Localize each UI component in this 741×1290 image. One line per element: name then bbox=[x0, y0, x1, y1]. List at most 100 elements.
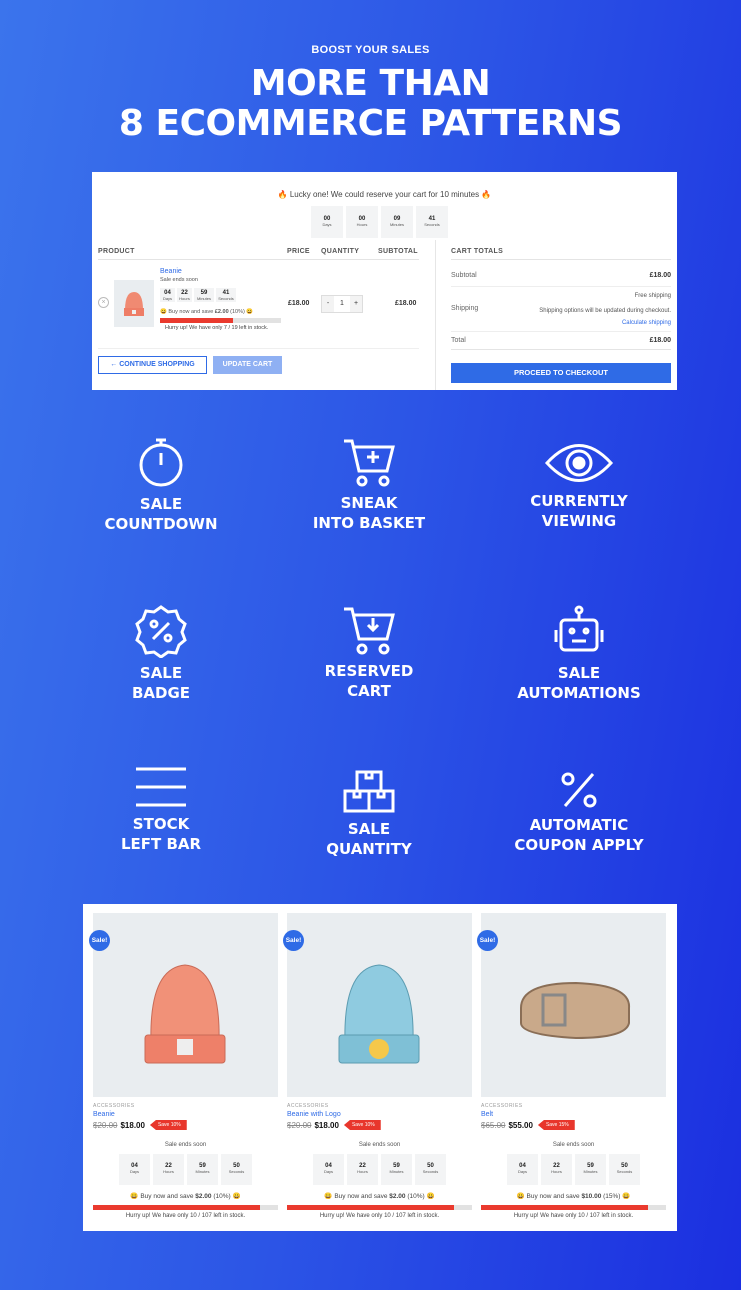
item-countdown: 04 Days 22 Hours 59 Minutes 41 Seconds bbox=[160, 288, 236, 302]
feature-sale-countdown: SALE COUNTDOWN bbox=[56, 435, 266, 534]
cart-download-icon bbox=[344, 607, 395, 655]
feature-sale-quantity: SALE QUANTITY bbox=[264, 770, 474, 859]
qty-minus[interactable]: - bbox=[322, 296, 334, 312]
countdown-unit: 04 Days bbox=[119, 1154, 150, 1185]
feature-sale-automations: SALE AUTOMATIONS bbox=[474, 604, 684, 703]
product-image[interactable]: Sale! bbox=[89, 913, 278, 1097]
save-text: 😀 Buy now and save $2.00 (10%) 😀 bbox=[130, 1193, 241, 1200]
countdown-unit: 22 Hours bbox=[153, 1154, 184, 1185]
product-name-link[interactable]: Beanie with Logo bbox=[287, 1111, 472, 1118]
bars-icon bbox=[136, 767, 186, 807]
product-name-link[interactable]: Belt bbox=[481, 1111, 666, 1118]
feature-reserved-cart: RESERVED CART bbox=[264, 606, 474, 701]
cart-plus-icon bbox=[344, 439, 395, 487]
stock-text: Hurry up! We have only 10 / 107 left in … bbox=[319, 1213, 440, 1219]
save-tag: Save 15% bbox=[537, 1120, 575, 1130]
save-tag: Save 10% bbox=[149, 1120, 187, 1130]
shipping-value: Free shipping bbox=[634, 293, 671, 299]
product-name-link[interactable]: Beanie bbox=[93, 1111, 278, 1118]
feature-currently-viewing: CURRENTLY VIEWING bbox=[474, 440, 684, 531]
stock-bar bbox=[93, 1205, 278, 1210]
boxes-icon bbox=[343, 770, 395, 813]
eye-icon bbox=[544, 444, 614, 482]
col-price: PRICE bbox=[287, 248, 310, 255]
product-image[interactable]: Sale! bbox=[477, 913, 666, 1097]
qty-input[interactable]: 1 bbox=[334, 296, 350, 312]
sale-note: Sale ends soon bbox=[160, 277, 198, 283]
product-price: $65.00 $55.00 Save 15% bbox=[481, 1120, 666, 1130]
countdown-unit: 50 Seconds bbox=[221, 1154, 252, 1185]
continue-shopping-button[interactable]: ← CONTINUE SHOPPING bbox=[98, 356, 207, 374]
sale-badge: Sale! bbox=[89, 930, 110, 951]
reserve-countdown: 00 Days 00 Hours 09 Minutes 41 Seconds bbox=[311, 206, 448, 238]
product-category: ACCESSORIES bbox=[287, 1103, 329, 1109]
countdown-unit: 50 Seconds bbox=[415, 1154, 446, 1185]
stock-text: Hurry up! We have only 10 / 107 left in … bbox=[513, 1213, 634, 1219]
save-text: 😀 Buy now and save £2.00 (10%) 😀 bbox=[160, 309, 254, 315]
feature-automatic-coupon-apply: AUTOMATIC COUPON APPLY bbox=[474, 770, 684, 855]
item-name-link[interactable]: Beanie bbox=[160, 268, 182, 275]
save-text: 😀 Buy now and save $10.00 (15%) 😀 bbox=[516, 1193, 631, 1200]
percent-badge-icon bbox=[135, 605, 187, 658]
stock-bar bbox=[287, 1205, 472, 1210]
sale-badge: Sale! bbox=[283, 930, 304, 951]
calculate-shipping-link[interactable]: Calculate shipping bbox=[622, 320, 671, 326]
countdown-unit: 50 Seconds bbox=[609, 1154, 640, 1185]
update-cart-button[interactable]: UPDATE CART bbox=[213, 356, 282, 374]
product-category: ACCESSORIES bbox=[93, 1103, 135, 1109]
product-thumbnail[interactable] bbox=[114, 280, 154, 327]
col-product: PRODUCT bbox=[98, 248, 135, 255]
total-value: £18.00 bbox=[649, 337, 671, 344]
product-grid: Sale! ACCESSORIES Beanie $20.00 $18.00 Sav… bbox=[83, 904, 677, 1231]
stock-bar bbox=[160, 318, 281, 323]
quantity-stepper[interactable]: -1 + bbox=[321, 295, 363, 313]
remove-item-button[interactable]: × bbox=[98, 297, 109, 308]
product-image[interactable]: Sale! bbox=[283, 913, 472, 1097]
sale-countdown: 04 Days 22 Hours 59 Minutes 50 Seconds bbox=[481, 1154, 666, 1185]
cart-preview: 🔥 Lucky one! We could reserve your cart … bbox=[92, 172, 677, 390]
product-price: $20.00 $18.00 Save 10% bbox=[93, 1120, 278, 1130]
countdown-unit: 59 Minutes bbox=[381, 1154, 412, 1185]
robot-icon bbox=[554, 605, 604, 652]
countdown-unit: 59 Minutes bbox=[575, 1154, 606, 1185]
col-quantity: QUANTITY bbox=[321, 248, 360, 255]
save-tag: Save 10% bbox=[343, 1120, 381, 1130]
subtotal-label: Subtotal bbox=[451, 272, 477, 279]
countdown-unit: 22 Hours bbox=[347, 1154, 378, 1185]
save-text: 😀 Buy now and save $2.00 (10%) 😀 bbox=[324, 1193, 435, 1200]
subtotal-value: £18.00 bbox=[649, 272, 671, 279]
page-title: MORE THAN 8 ECOMMERCE PATTERNS bbox=[118, 63, 623, 144]
feature-sneak-into-basket: SNEAK INTO BASKET bbox=[264, 438, 474, 533]
product-category: ACCESSORIES bbox=[481, 1103, 523, 1109]
kicker: BOOST YOUR SALES bbox=[311, 44, 430, 56]
item-price: £18.00 bbox=[288, 300, 310, 307]
product-card: Sale! ACCESSORIES Beanie with Logo $20.0… bbox=[283, 913, 472, 1219]
reserve-notice: 🔥 Lucky one! We could reserve your cart … bbox=[277, 190, 492, 199]
col-subtotal: SUBTOTAL bbox=[378, 248, 418, 255]
sale-countdown: 04 Days 22 Hours 59 Minutes 50 Seconds bbox=[93, 1154, 278, 1185]
feature-sale-badge: SALE BADGE bbox=[56, 604, 266, 703]
stock-text: Hurry up! We have only 10 / 107 left in … bbox=[125, 1213, 246, 1219]
countdown-unit: 59 Minutes bbox=[187, 1154, 218, 1185]
shipping-label: Shipping bbox=[451, 305, 479, 312]
stopwatch-icon bbox=[139, 438, 183, 487]
sale-countdown: 04 Days 22 Hours 59 Minutes 50 Seconds bbox=[287, 1154, 472, 1185]
product-price: $20.00 $18.00 Save 10% bbox=[287, 1120, 472, 1130]
percent-icon bbox=[561, 772, 597, 808]
countdown-unit: 22 Hours bbox=[541, 1154, 572, 1185]
feature-stock-left-bar: STOCK LEFT BAR bbox=[56, 765, 266, 854]
stock-bar bbox=[481, 1205, 666, 1210]
countdown-unit: 04 Days bbox=[313, 1154, 344, 1185]
stock-text: Hurry up! We have only 7 / 19 left in st… bbox=[165, 325, 269, 331]
item-subtotal: £18.00 bbox=[395, 300, 417, 307]
sale-note: Sale ends soon bbox=[164, 1142, 207, 1148]
proceed-to-checkout-button[interactable]: PROCEED TO CHECKOUT bbox=[451, 363, 671, 383]
cart-totals-heading: CART TOTALS bbox=[451, 248, 504, 255]
sale-note: Sale ends soon bbox=[358, 1142, 401, 1148]
product-card: Sale! ACCESSORIES Belt $65.00 $55.00 Save … bbox=[477, 913, 666, 1219]
total-label: Total bbox=[451, 337, 466, 344]
product-card: Sale! ACCESSORIES Beanie $20.00 $18.00 Sav… bbox=[89, 913, 278, 1219]
qty-plus[interactable]: + bbox=[350, 296, 362, 312]
sale-badge: Sale! bbox=[477, 930, 498, 951]
countdown-unit: 04 Days bbox=[507, 1154, 538, 1185]
